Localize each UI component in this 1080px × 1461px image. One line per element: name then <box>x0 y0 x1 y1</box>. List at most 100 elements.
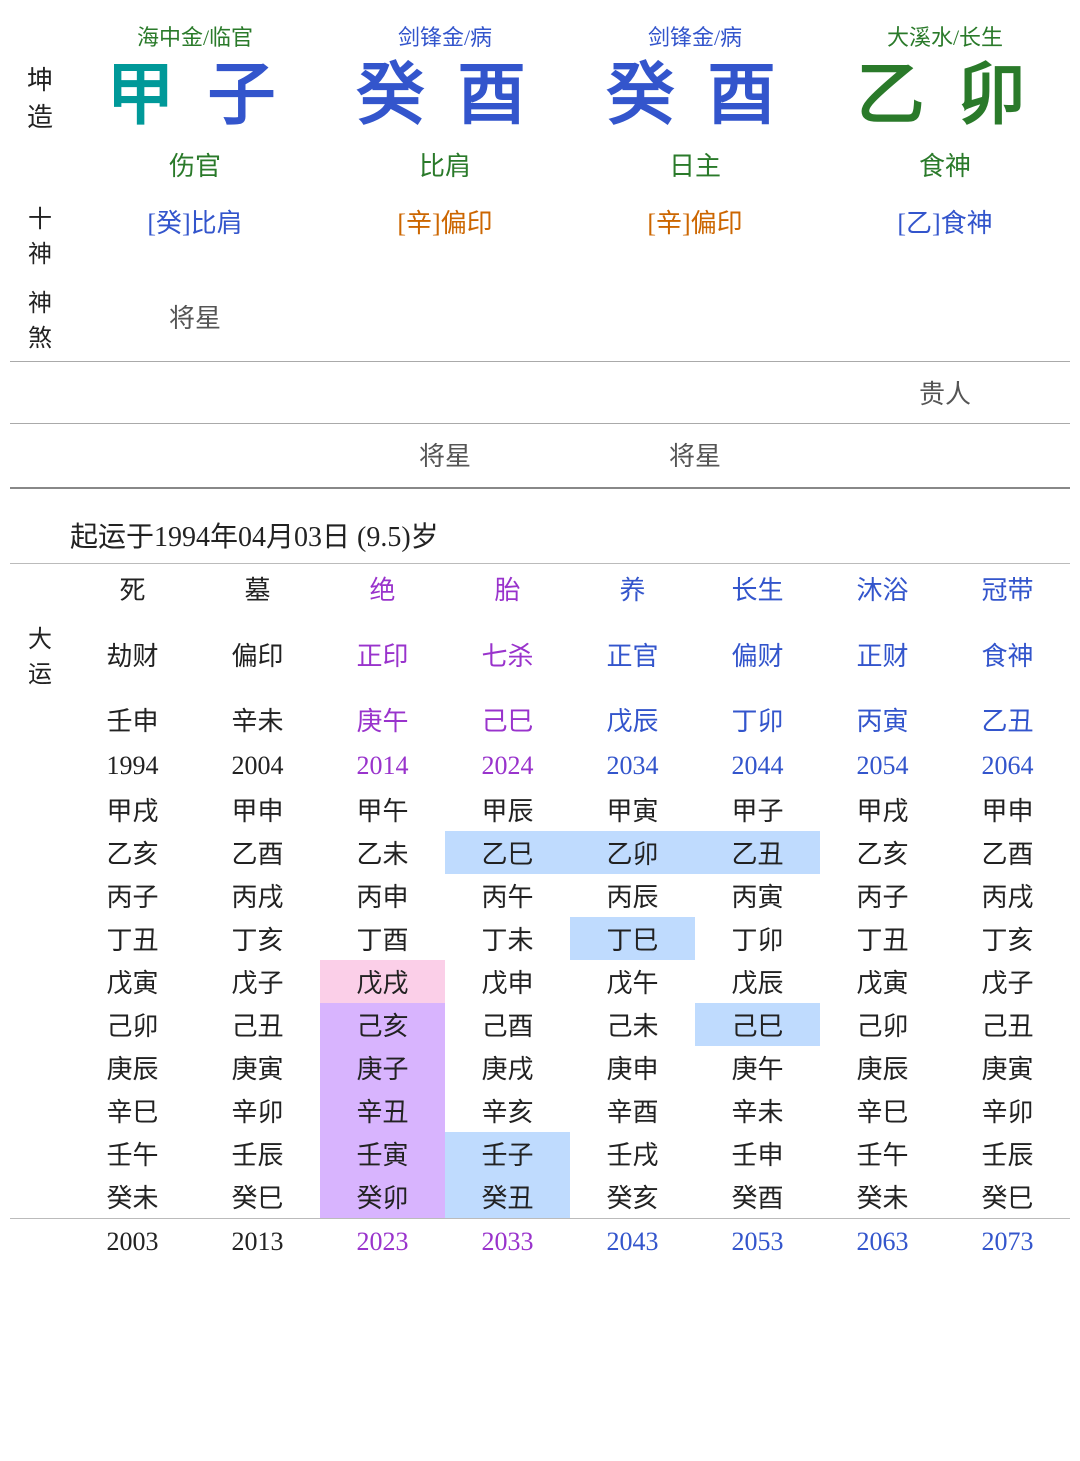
shishen-4: 食神 <box>820 140 1070 189</box>
ten-god-2: [辛]偏印 <box>320 199 570 269</box>
dayun-header-7: 冠带 <box>945 564 1070 613</box>
dayun-year-5: 2044 <box>695 744 820 788</box>
shensha-2-4: 贵人 <box>820 370 1070 415</box>
yr-9-1: 癸巳 <box>195 1175 320 1218</box>
dayun-gz-5: 丁卯 <box>695 695 820 744</box>
dayun-grid: 死 墓 绝 胎 养 长生 沐浴 冠带 大运 劫财 偏印 正印 七杀 正官 偏财 … <box>10 563 1070 788</box>
dayun-row-label-header <box>10 564 70 613</box>
dayun-gz-4: 戊辰 <box>570 695 695 744</box>
yr-2-3: 丙午 <box>445 874 570 917</box>
pillar-3: 剑锋金/病 癸 酉 <box>570 20 820 134</box>
ten-god-4: [乙]食神 <box>820 199 1070 269</box>
dayun-year-6: 2054 <box>820 744 945 788</box>
pillar-2-ganzhi: 癸 酉 <box>356 58 533 133</box>
dayun-gz-0: 壬申 <box>70 695 195 744</box>
pillar-1-gan: 甲 <box>106 57 182 133</box>
dayun-shishen-6: 正财 <box>820 613 945 695</box>
dayun-shishen-2: 正印 <box>320 613 445 695</box>
dayun-start-text: 起运于1994年04月03日 (9.5)岁 <box>0 499 1080 563</box>
dayun-shishen-4: 正官 <box>570 613 695 695</box>
yr-4-0: 戊寅 <box>70 960 195 1003</box>
yr-1-2: 乙未 <box>320 831 445 874</box>
dayun-gz-6: 丙寅 <box>820 695 945 744</box>
year-row-label-8 <box>10 1132 70 1175</box>
pillar-3-gan: 癸 <box>606 57 682 133</box>
yr-8-7: 壬辰 <box>945 1132 1070 1175</box>
yr-1-4: 乙卯 <box>570 831 695 874</box>
dayun-shishen-7: 食神 <box>945 613 1070 695</box>
shensha-1-3 <box>570 279 820 353</box>
bottom-year-1: 2013 <box>195 1218 320 1260</box>
yr-7-3: 辛亥 <box>445 1089 570 1132</box>
yr-7-4: 辛酉 <box>570 1089 695 1132</box>
yr-1-7: 乙酉 <box>945 831 1070 874</box>
shensha-label: 神煞 <box>10 279 70 353</box>
dayun-header-1: 墓 <box>195 564 320 613</box>
dayun-gz-2: 庚午 <box>320 695 445 744</box>
dayun-header-4: 养 <box>570 564 695 613</box>
dayun-year-3: 2024 <box>445 744 570 788</box>
year-row-label-9 <box>10 1175 70 1218</box>
dayun-shishen-label: 大运 <box>10 613 70 695</box>
yr-5-1: 己丑 <box>195 1003 320 1046</box>
yr-1-5: 乙丑 <box>695 831 820 874</box>
shensha-1-4 <box>820 279 1070 353</box>
dayun-year-7: 2064 <box>945 744 1070 788</box>
dayun-header-6: 沐浴 <box>820 564 945 613</box>
dayun-year-4: 2034 <box>570 744 695 788</box>
yr-3-5: 丁卯 <box>695 917 820 960</box>
dayun-gz-1: 辛未 <box>195 695 320 744</box>
yr-4-5: 戊辰 <box>695 960 820 1003</box>
ten-god-3: [辛]偏印 <box>570 199 820 269</box>
yr-3-0: 丁丑 <box>70 917 195 960</box>
yr-5-4: 己未 <box>570 1003 695 1046</box>
bottom-year-4: 2043 <box>570 1218 695 1260</box>
pillar-1: 海中金/临官 甲 子 <box>70 20 320 134</box>
shensha-2-1 <box>70 370 320 415</box>
yr-6-2: 庚子 <box>320 1046 445 1089</box>
pillar-2-nayin: 剑锋金/病 <box>398 20 492 52</box>
dayun-shishen-1: 偏印 <box>195 613 320 695</box>
yr-0-0: 甲戌 <box>70 788 195 831</box>
pillars-row: 坤造 海中金/临官 甲 子 剑锋金/病 癸 酉 剑锋金/病 癸 酉 大溪水/长生 <box>10 20 1070 134</box>
pillar-4-gan: 乙 <box>856 57 932 133</box>
yr-9-5: 癸酉 <box>695 1175 820 1218</box>
yr-7-7: 辛卯 <box>945 1089 1070 1132</box>
yr-5-3: 己酉 <box>445 1003 570 1046</box>
yr-2-7: 丙戌 <box>945 874 1070 917</box>
year-row-label-1 <box>10 831 70 874</box>
yr-9-0: 癸未 <box>70 1175 195 1218</box>
yr-0-6: 甲戌 <box>820 788 945 831</box>
yr-6-4: 庚申 <box>570 1046 695 1089</box>
yr-8-1: 壬辰 <box>195 1132 320 1175</box>
dayun-ganzhi-label <box>10 695 70 744</box>
dayun-header-2: 绝 <box>320 564 445 613</box>
shensha-row-2: 贵人 <box>10 370 1070 415</box>
yr-9-7: 癸巳 <box>945 1175 1070 1218</box>
bottom-year-3: 2033 <box>445 1218 570 1260</box>
yr-1-0: 乙亥 <box>70 831 195 874</box>
yr-9-6: 癸未 <box>820 1175 945 1218</box>
dayun-section: 死 墓 绝 胎 养 长生 沐浴 冠带 大运 劫财 偏印 正印 七杀 正官 偏财 … <box>0 563 1080 1260</box>
pillar-2: 剑锋金/病 癸 酉 <box>320 20 570 134</box>
ten-gods-section: 十 神 [癸]比肩 [辛]偏印 [辛]偏印 [乙]食神 <box>10 199 1070 269</box>
dayun-year-2: 2014 <box>320 744 445 788</box>
yr-6-7: 庚寅 <box>945 1046 1070 1089</box>
yr-2-5: 丙寅 <box>695 874 820 917</box>
yr-3-1: 丁亥 <box>195 917 320 960</box>
bottom-year-0: 2003 <box>70 1218 195 1260</box>
pillar-3-ganzhi: 癸 酉 <box>606 58 783 133</box>
ten-god-1: [癸]比肩 <box>70 199 320 269</box>
year-grid: 甲戌 甲申 甲午 甲辰 甲寅 甲子 甲戌 甲申 乙亥 乙酉 乙未 乙巳 乙卯 乙… <box>10 788 1070 1260</box>
shishen-2: 比肩 <box>320 140 570 189</box>
yr-0-3: 甲辰 <box>445 788 570 831</box>
pillar-2-gan: 癸 <box>356 57 432 133</box>
shensha-1-1: 将星 <box>70 279 320 353</box>
dayun-header-0: 死 <box>70 564 195 613</box>
yr-9-3: 癸丑 <box>445 1175 570 1218</box>
dayun-gz-7: 乙丑 <box>945 695 1070 744</box>
dayun-header-5: 长生 <box>695 564 820 613</box>
dayun-years-label <box>10 744 70 788</box>
pillar-4: 大溪水/长生 乙 卯 <box>820 20 1070 134</box>
shishen-3: 日主 <box>570 140 820 189</box>
